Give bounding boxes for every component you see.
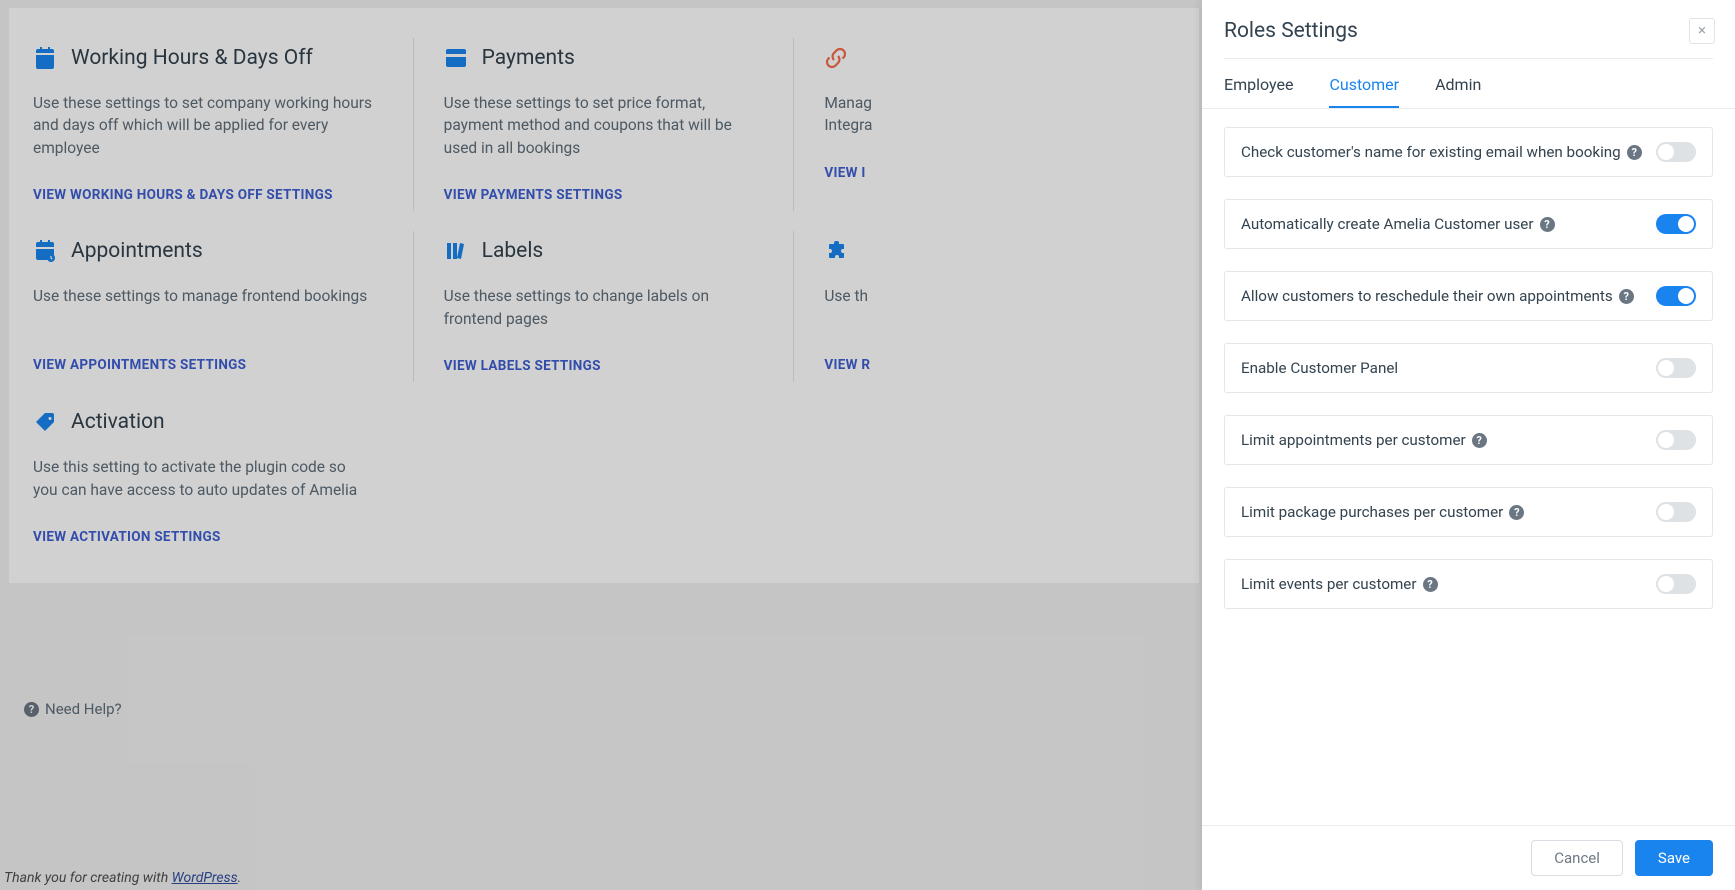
toggle[interactable] [1656,214,1696,234]
card-link-working-hours[interactable]: VIEW WORKING HOURS & DAYS OFF SETTINGS [33,187,374,203]
need-help-link[interactable]: ? Need Help? [24,700,122,718]
option-row: Check customer's name for existing email… [1224,127,1713,177]
option-label: Limit package purchases per customer? [1241,503,1524,521]
card-link-labels[interactable]: VIEW LABELS SETTINGS [444,358,755,374]
tab-admin[interactable]: Admin [1435,75,1481,108]
books-icon [444,239,468,263]
cancel-button[interactable]: Cancel [1531,840,1623,876]
card-desc: Use these settings to set price format, … [444,92,755,159]
option-row: Enable Customer Panel [1224,343,1713,393]
panel-body: Check customer's name for existing email… [1202,109,1735,825]
card-title: Activation [71,410,165,434]
toggle[interactable] [1656,358,1696,378]
card-link-payments[interactable]: VIEW PAYMENTS SETTINGS [444,187,755,203]
help-icon[interactable]: ? [1509,505,1524,520]
help-icon[interactable]: ? [1540,217,1555,232]
settings-grid: Working Hours & Days Off Use these setti… [9,8,1199,583]
toggle[interactable] [1656,286,1696,306]
card-title: Working Hours & Days Off [71,46,313,70]
toggle[interactable] [1656,142,1696,162]
option-row: Limit package purchases per customer? [1224,487,1713,537]
option-row: Automatically create Amelia Customer use… [1224,199,1713,249]
question-icon: ? [24,702,39,717]
help-icon[interactable]: ? [1619,289,1634,304]
card-desc: Use th [824,285,1135,329]
calendar-icon [33,46,57,70]
card-working-hours: Working Hours & Days Off Use these setti… [33,28,414,221]
need-help-label: Need Help? [45,700,122,718]
option-label: Enable Customer Panel [1241,359,1398,377]
card-title: Payments [482,46,575,70]
tag-icon [33,410,57,434]
option-row: Limit events per customer? [1224,559,1713,609]
card-desc: Use these settings to change labels on f… [444,285,755,330]
card-activation: Activation Use this setting to activate … [33,392,414,563]
option-label: Check customer's name for existing email… [1241,143,1642,161]
panel-footer: Cancel Save [1202,825,1735,890]
help-icon[interactable]: ? [1423,577,1438,592]
help-icon[interactable]: ? [1472,433,1487,448]
panel-title: Roles Settings [1224,19,1358,43]
card-integrations: ManagIntegra VIEW I [794,28,1175,221]
card-roles: Use th VIEW R [794,221,1175,392]
toggle[interactable] [1656,430,1696,450]
card-title: Labels [482,239,544,263]
wordpress-link[interactable]: WordPress [172,870,238,886]
tab-customer[interactable]: Customer [1329,75,1399,108]
save-button[interactable]: Save [1635,840,1713,876]
card-payments: Payments Use these settings to set price… [414,28,795,221]
toggle[interactable] [1656,574,1696,594]
option-label: Automatically create Amelia Customer use… [1241,215,1555,233]
card-desc: ManagIntegra [824,92,1135,137]
card-appointments: Appointments Use these settings to manag… [33,221,414,392]
card-title: Appointments [71,239,203,263]
close-button[interactable]: × [1689,18,1715,44]
card-link-appointments[interactable]: VIEW APPOINTMENTS SETTINGS [33,357,374,373]
option-label: Limit events per customer? [1241,575,1438,593]
card-desc: Use these settings to set company workin… [33,92,374,159]
card-link-activation[interactable]: VIEW ACTIVATION SETTINGS [33,529,374,545]
calendar-clock-icon [33,239,57,263]
roles-settings-panel: Roles Settings × Employee Customer Admin… [1202,0,1735,890]
card-link-roles[interactable]: VIEW R [824,357,1135,373]
option-label: Allow customers to reschedule their own … [1241,287,1634,305]
puzzle-icon [824,239,848,263]
tab-employee[interactable]: Employee [1224,75,1293,108]
option-row: Allow customers to reschedule their own … [1224,271,1713,321]
card-desc: Use these settings to manage frontend bo… [33,285,374,329]
option-label: Limit appointments per customer? [1241,431,1487,449]
help-icon[interactable]: ? [1627,145,1642,160]
card-labels: Labels Use these settings to change labe… [414,221,795,392]
panel-tabs: Employee Customer Admin [1202,59,1735,109]
toggle[interactable] [1656,502,1696,522]
option-row: Limit appointments per customer? [1224,415,1713,465]
card-desc: Use this setting to activate the plugin … [33,456,374,501]
link-icon [824,46,848,70]
footer-credit: Thank you for creating with WordPress. [4,870,241,886]
credit-card-icon [444,46,468,70]
card-link-integrations[interactable]: VIEW I [824,165,1135,181]
